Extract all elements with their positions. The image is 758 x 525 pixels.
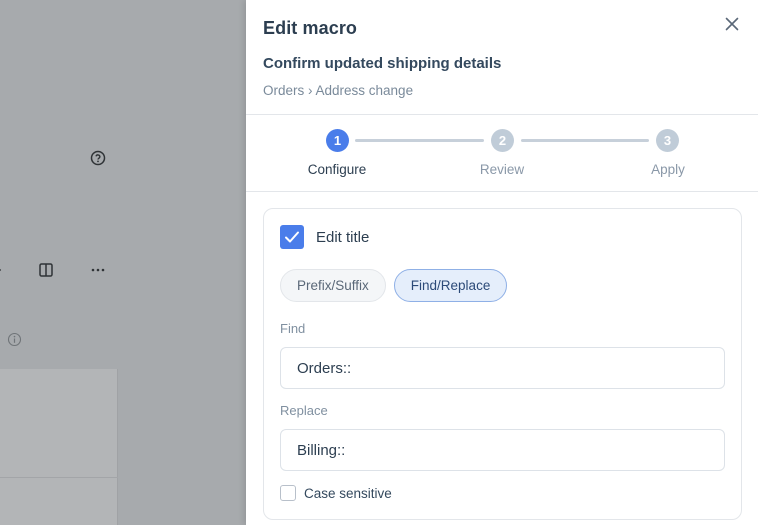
find-label: Find — [280, 321, 306, 336]
info-icon — [7, 332, 22, 347]
edit-title-label: Edit title — [316, 228, 370, 246]
drawer-subtitle: Confirm updated shipping details — [263, 55, 502, 72]
case-sensitive-label: Case sensitive — [304, 485, 392, 501]
help-circle-icon — [90, 150, 106, 166]
close-icon — [722, 17, 742, 38]
edit-title-card: Edit title Prefix/Suffix Find/Replace Fi… — [263, 208, 742, 520]
step-2-label[interactable]: Review — [452, 162, 552, 177]
background-app-overlay — [0, 0, 246, 525]
step-1-label[interactable]: Configure — [287, 162, 387, 177]
edit-title-checkbox[interactable] — [280, 225, 304, 249]
step-connector — [521, 139, 649, 142]
breadcrumb: Orders › Address change — [263, 83, 414, 98]
step-connector — [355, 139, 484, 142]
step-3-indicator[interactable]: 3 — [656, 129, 679, 152]
step-2-indicator[interactable]: 2 — [491, 129, 514, 152]
replace-input[interactable] — [280, 429, 725, 471]
edit-title-checkbox-row[interactable]: Edit title — [280, 225, 369, 249]
prefix-suffix-button[interactable]: Prefix/Suffix — [280, 269, 386, 302]
edit-macro-drawer: Edit macro Confirm updated shipping deta… — [246, 0, 758, 525]
more-horizontal-icon — [90, 262, 106, 278]
background-divider — [0, 477, 118, 478]
replace-label: Replace — [280, 403, 328, 418]
close-button[interactable] — [722, 14, 742, 34]
stepper: 1 2 3 Configure Review Apply — [246, 115, 758, 192]
step-1-indicator[interactable]: 1 — [326, 129, 349, 152]
find-replace-button[interactable]: Find/Replace — [393, 269, 508, 302]
columns-icon — [38, 262, 54, 278]
background-panel — [0, 369, 118, 525]
chevron-right-icon — [0, 262, 6, 278]
drawer-header: Edit macro Confirm updated shipping deta… — [246, 0, 758, 115]
mode-toggle-group: Prefix/Suffix Find/Replace — [280, 269, 508, 302]
step-3-label[interactable]: Apply — [618, 162, 718, 177]
find-input[interactable] — [280, 347, 725, 389]
drawer-title: Edit macro — [263, 18, 358, 38]
case-sensitive-row[interactable]: Case sensitive — [280, 485, 392, 501]
case-sensitive-checkbox[interactable] — [280, 485, 296, 501]
